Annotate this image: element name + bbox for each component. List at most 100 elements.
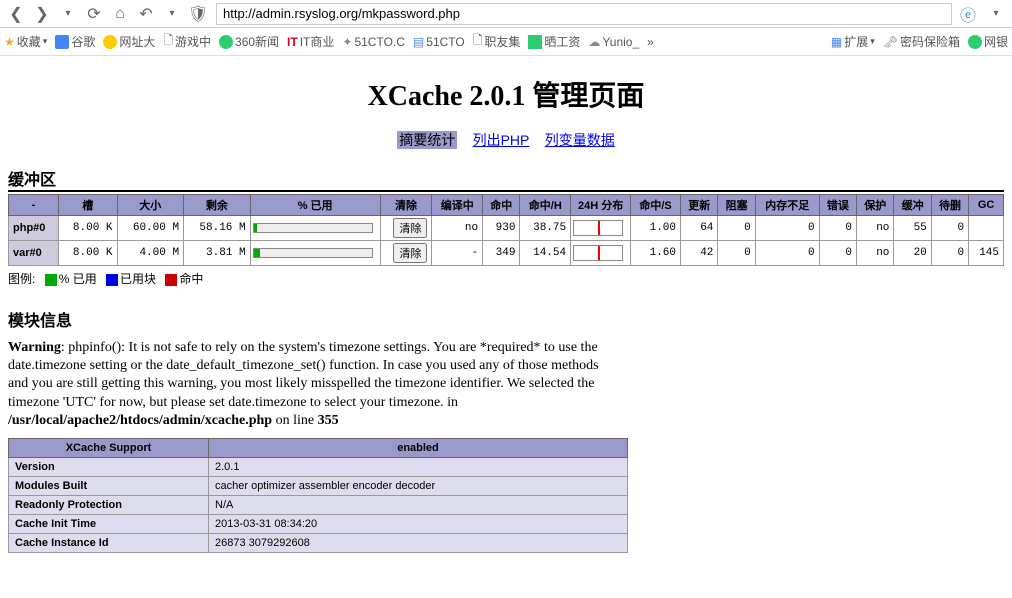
module-section-heading: 模块信息 — [8, 307, 1004, 331]
netbank-button[interactable]: 网银 — [968, 33, 1008, 50]
row-slots: 8.00 K — [58, 241, 117, 266]
info-row: Cache Init Time2013-03-31 08:34:20 — [9, 514, 628, 533]
warning-online: on line — [272, 413, 318, 428]
th-ooms: 内存不足 — [755, 195, 819, 216]
bookmark-360news[interactable]: 360新闻 — [219, 33, 279, 50]
info-th-enabled: enabled — [209, 438, 628, 457]
info-row: Readonly ProtectionN/A — [9, 495, 628, 514]
refresh-button[interactable]: ⟳ — [82, 2, 106, 26]
bookmark-games[interactable]: 🗋游戏中 — [163, 31, 211, 52]
legend-hits-box — [165, 274, 177, 286]
undo-menu-button[interactable]: ▾ — [160, 2, 184, 26]
info-val: 2013-03-31 08:34:20 — [209, 514, 628, 533]
row-cached: 55 — [894, 216, 931, 241]
legend-usedblocks-box — [106, 274, 118, 286]
row-updates: 42 — [681, 241, 718, 266]
browser-nav-bar: ❮ ❯ ▾ ⟳ ⌂ ↶ ▾ 🛡 ⓔ ▾ — [0, 0, 1012, 28]
row-protect: no — [857, 216, 894, 241]
bookmark-yunio[interactable]: ☁Yunio_ — [588, 35, 639, 49]
row-protect: no — [857, 241, 894, 266]
forward-button[interactable]: ❯ — [30, 2, 54, 26]
th-clear: 清除 — [380, 195, 432, 216]
th-clogs: 阻塞 — [718, 195, 755, 216]
row-usage — [250, 241, 380, 266]
legend-hits: 命中 — [179, 272, 203, 286]
th-pctused: % 已用 — [250, 195, 380, 216]
clear-button[interactable]: 清除 — [393, 218, 427, 238]
row-hitsh: 38.75 — [520, 216, 571, 241]
bookmarks-bar: ★收藏▾ 谷歌 网址大 🗋游戏中 360新闻 ITIT商业 ✦51CTO.C ▤… — [0, 28, 1012, 56]
info-row: Modules Builtcacher optimizer assembler … — [9, 476, 628, 495]
warning-line: 355 — [318, 413, 339, 428]
row-size: 60.00 M — [117, 216, 184, 241]
nav-listvar[interactable]: 列变量数据 — [545, 132, 615, 148]
cloud-icon: ☁ — [588, 35, 600, 49]
row-hits: 930 — [483, 216, 520, 241]
bookmark-overflow[interactable]: » — [647, 35, 654, 49]
row-slots: 8.00 K — [58, 216, 117, 241]
warning-prefix: Warning — [8, 340, 61, 355]
th-avail: 剩余 — [184, 195, 251, 216]
row-deleted: 0 — [931, 241, 968, 266]
row-gc — [969, 216, 1004, 241]
url-menu-button[interactable]: ▾ — [984, 2, 1008, 26]
nav-summary[interactable]: 摘要统计 — [397, 131, 457, 149]
row-usage — [250, 216, 380, 241]
bookmark-sites[interactable]: 网址大 — [103, 33, 155, 50]
row-size: 4.00 M — [117, 241, 184, 266]
shield-icon[interactable]: 🛡 — [186, 2, 210, 26]
warning-path: /usr/local/apache2/htdocs/admin/xcache.p… — [8, 413, 272, 428]
row-cached: 20 — [894, 241, 931, 266]
forward-menu-button[interactable]: ▾ — [56, 2, 80, 26]
password-safe-button[interactable]: 🗝密码保险箱 — [883, 33, 960, 50]
row-errs: 0 — [819, 216, 856, 241]
info-val: N/A — [209, 495, 628, 514]
bookmark-jobs[interactable]: 🗋职友集 — [473, 31, 521, 52]
info-key: Modules Built — [9, 476, 209, 495]
star-icon: ★ — [4, 35, 15, 49]
th-cached: 缓冲 — [894, 195, 931, 216]
nav-listphp[interactable]: 列出PHP — [473, 132, 530, 148]
th-updates: 更新 — [681, 195, 718, 216]
table-row: php#08.00 K60.00 M58.16 M清除no93038.751.0… — [9, 216, 1004, 241]
nav-links: 摘要统计 列出PHP 列变量数据 — [8, 130, 1004, 150]
th-hits: 命中 — [483, 195, 520, 216]
row-updates: 64 — [681, 216, 718, 241]
bookmark-51cto[interactable]: ▤51CTO — [413, 35, 465, 49]
row-avail: 3.81 M — [184, 241, 251, 266]
row-hitsh: 14.54 — [520, 241, 571, 266]
th-gc: GC — [969, 195, 1004, 216]
favorites-button[interactable]: ★收藏▾ — [4, 33, 47, 50]
home-button[interactable]: ⌂ — [108, 2, 132, 26]
bookmark-itbiz[interactable]: ITIT商业 — [287, 33, 334, 50]
cache-table: - 槽 大小 剩余 % 已用 清除 编译中 命中 命中/H 24H 分布 命中/… — [8, 194, 1004, 266]
row-ooms: 0 — [755, 241, 819, 266]
table-row: var#08.00 K4.00 M3.81 M清除-34914.541.6042… — [9, 241, 1004, 266]
clear-button[interactable]: 清除 — [393, 243, 427, 263]
info-row: Cache Instance Id26873 3079292608 — [9, 533, 628, 552]
row-clear: 清除 — [380, 241, 432, 266]
key-icon: 🗝 — [883, 35, 898, 49]
info-header-row: XCache Support enabled — [9, 438, 628, 457]
bookmark-salary[interactable]: 晒工资 — [528, 33, 580, 50]
back-button[interactable]: ❮ — [4, 2, 28, 26]
th-size: 大小 — [117, 195, 184, 216]
extensions-button[interactable]: ▦扩展▾ — [831, 33, 875, 50]
row-gc: 145 — [969, 241, 1004, 266]
page-icon: 🗋 — [163, 31, 173, 52]
bank-icon — [968, 35, 982, 49]
th-slots: 槽 — [58, 195, 117, 216]
row-clogs: 0 — [718, 241, 755, 266]
th-hitss: 命中/S — [631, 195, 681, 216]
info-val: 26873 3079292608 — [209, 533, 628, 552]
ie-compat-icon[interactable]: ⓔ — [960, 2, 976, 26]
th-name: - — [9, 195, 59, 216]
page-icon: 🗋 — [473, 31, 483, 52]
bookmark-51cto-c[interactable]: ✦51CTO.C — [342, 35, 405, 49]
th-protect: 保护 — [857, 195, 894, 216]
url-input[interactable] — [216, 3, 952, 25]
row-clear: 清除 — [380, 216, 432, 241]
bookmark-google[interactable]: 谷歌 — [55, 33, 95, 50]
undo-button[interactable]: ↶ — [134, 2, 158, 26]
row-hitss: 1.60 — [631, 241, 681, 266]
